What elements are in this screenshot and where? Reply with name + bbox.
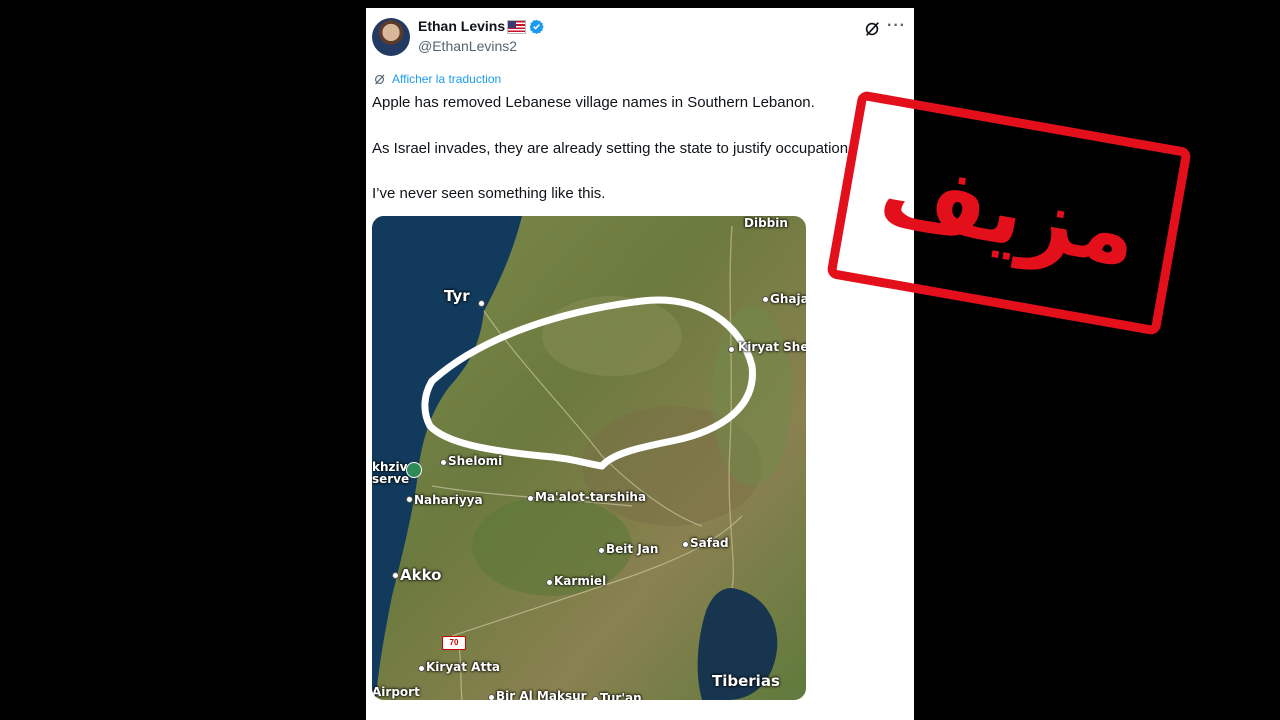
city-marker — [418, 665, 425, 672]
verified-badge-icon — [529, 19, 544, 34]
map-label: Airport — [372, 685, 420, 699]
more-options-icon[interactable]: ··· — [887, 17, 906, 35]
map-label: Tiberias — [712, 672, 780, 690]
tweet-text-line: I’ve never seen something like this. — [372, 185, 606, 202]
city-marker — [440, 459, 447, 466]
map-label: Tyr — [444, 287, 470, 305]
map-label: Bir Al Maksur — [496, 689, 587, 700]
city-marker — [392, 572, 399, 579]
author-handle[interactable]: @EthanLevins2 — [418, 38, 517, 54]
fake-stamp-text: مزيف — [872, 137, 1146, 288]
map-label: Safad — [690, 536, 729, 550]
city-marker — [682, 541, 689, 548]
map-label: Beit Jan — [606, 542, 659, 556]
city-marker — [488, 694, 495, 700]
city-marker — [527, 495, 534, 502]
city-marker — [546, 579, 553, 586]
road-70-shield: 70 — [442, 636, 466, 650]
satellite-map — [372, 216, 806, 700]
map-label: Ma'alot-tarshiha — [535, 490, 647, 504]
map-label: Kiryat Shem — [738, 340, 806, 354]
tweet-text-line: As Israel invades, they are already sett… — [372, 140, 853, 157]
tweet-text-line: Apple has removed Lebanese village names… — [372, 94, 815, 111]
map-label: Kiryat Atta — [426, 660, 501, 674]
city-marker — [406, 496, 413, 503]
avatar[interactable] — [372, 18, 410, 56]
grok-icon[interactable] — [863, 20, 881, 38]
map-label: Tur'an — [600, 691, 642, 700]
map-label: Shelomi — [448, 454, 503, 468]
us-flag-icon — [507, 20, 526, 34]
map-label: Dibbin — [744, 216, 788, 230]
city-marker — [762, 296, 769, 303]
tweet-map-image[interactable]: Dibbin Tyr Ghaja Kiryat Shem Shelomi khz… — [372, 216, 806, 700]
author-name[interactable]: Ethan Levins — [418, 18, 505, 34]
map-label: serve — [372, 472, 410, 486]
city-marker — [478, 300, 485, 307]
map-label: Karmiel — [554, 574, 607, 588]
city-marker — [592, 696, 599, 700]
translate-link[interactable]: Afficher la traduction — [392, 72, 501, 86]
city-marker — [728, 346, 735, 353]
map-label: Akko — [400, 566, 442, 584]
translate-icon — [375, 74, 385, 85]
map-label: Nahariyya — [414, 493, 483, 507]
tweet-card: Ethan Levins @EthanLevins2 ··· Afficher … — [366, 8, 914, 720]
map-label: Ghaja — [770, 292, 806, 306]
nature-reserve-icon — [406, 462, 422, 478]
city-marker — [598, 547, 605, 554]
